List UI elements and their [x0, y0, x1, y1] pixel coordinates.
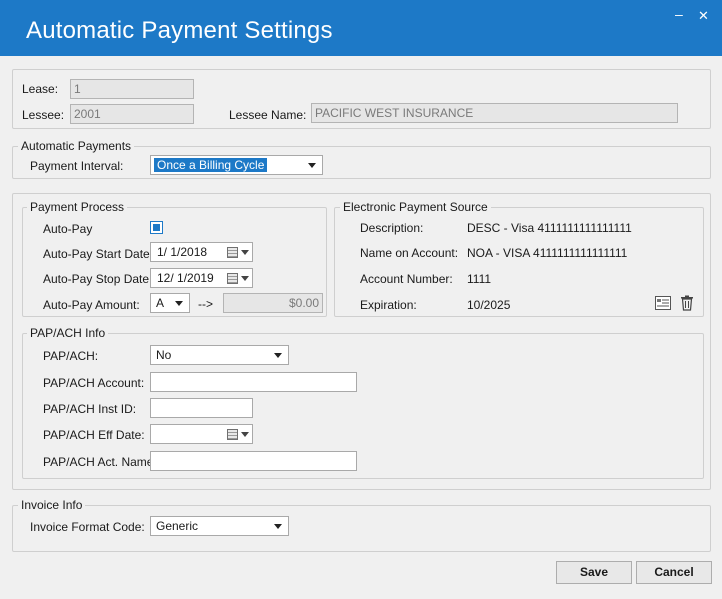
lessee-field[interactable]: 2001 [70, 104, 194, 124]
pap-ach-account-label: PAP/ACH Account: [43, 376, 145, 390]
chevron-down-icon [308, 163, 316, 168]
close-icon[interactable]: ✕ [698, 8, 709, 24]
payment-interval-value: Once a Billing Cycle [154, 158, 268, 172]
invoice-format-label: Invoice Format Code: [30, 520, 145, 534]
pap-ach-eff-label: PAP/ACH Eff Date: [43, 428, 145, 442]
amount-arrow-text: --> [198, 297, 213, 311]
pap-ach-act-name-label: PAP/ACH Act. Name: [43, 455, 157, 469]
description-value: DESC - Visa 4111111111111111 [467, 221, 632, 235]
account-number-label: Account Number: [360, 272, 453, 286]
chevron-down-icon[interactable] [241, 250, 249, 255]
lessee-label: Lessee: [22, 108, 65, 122]
autopay-amount-mode-value: A [156, 296, 165, 310]
window-title: Automatic Payment Settings [26, 17, 333, 44]
save-button[interactable]: Save [556, 561, 632, 584]
autopay-checkbox[interactable] [150, 221, 163, 234]
lease-label: Lease: [22, 82, 59, 96]
description-label: Description: [360, 221, 424, 235]
chevron-down-icon [274, 353, 282, 358]
pap-ach-account-field[interactable] [150, 372, 357, 392]
calendar-icon[interactable] [227, 273, 238, 284]
pap-ach-label: PAP/ACH: [43, 349, 99, 363]
pap-ach-eff-date[interactable] [150, 424, 253, 444]
chevron-down-icon [175, 301, 183, 306]
payment-interval-select[interactable]: Once a Billing Cycle [150, 155, 323, 175]
name-on-account-label: Name on Account: [360, 246, 459, 260]
invoice-format-select[interactable]: Generic [150, 516, 289, 536]
calendar-icon[interactable] [227, 429, 238, 440]
chevron-down-icon[interactable] [241, 432, 249, 437]
autopay-stop-value: 12/ 1/2019 [157, 271, 214, 285]
automatic-payments-legend: Automatic Payments [18, 139, 135, 153]
expiration-value: 10/2025 [467, 298, 511, 312]
autopay-start-label: Auto-Pay Start Date: [43, 247, 154, 261]
invoice-info-legend: Invoice Info [18, 498, 86, 512]
title-bar: Automatic Payment Settings – ✕ [0, 0, 722, 56]
pap-ach-select[interactable]: No [150, 345, 289, 365]
pap-ach-act-name-field[interactable] [150, 451, 357, 471]
cancel-button[interactable]: Cancel [636, 561, 712, 584]
payment-interval-label: Payment Interval: [30, 159, 124, 173]
minimize-icon[interactable]: – [675, 6, 683, 22]
calendar-icon[interactable] [227, 247, 238, 258]
autopay-stop-date[interactable]: 12/ 1/2019 [150, 268, 253, 288]
autopay-start-value: 1/ 1/2018 [157, 245, 208, 259]
chevron-down-icon[interactable] [241, 276, 249, 281]
checkbox-checked-mark [153, 224, 160, 231]
autopay-stop-label: Auto-Pay Stop Date: [43, 272, 153, 286]
pap-ach-inst-label: PAP/ACH Inst ID: [43, 402, 137, 416]
autopay-amount-field[interactable]: $0.00 [223, 293, 323, 313]
account-number-value: 1111 [467, 272, 492, 286]
details-icon[interactable] [655, 296, 671, 310]
trash-icon[interactable] [680, 295, 694, 311]
autopay-amount-label: Auto-Pay Amount: [43, 298, 140, 312]
lessee-name-field[interactable]: PACIFIC WEST INSURANCE [311, 103, 678, 123]
autopay-label: Auto-Pay [43, 222, 93, 236]
invoice-format-value: Generic [156, 519, 199, 533]
payment-process-legend: Payment Process [27, 200, 128, 214]
pap-ach-legend: PAP/ACH Info [27, 326, 109, 340]
name-on-account-value: NOA - VISA 4111111111111111 [467, 246, 628, 260]
chevron-down-icon [274, 524, 282, 529]
expiration-label: Expiration: [360, 298, 417, 312]
electronic-payment-source-legend: Electronic Payment Source [340, 200, 491, 214]
pap-ach-value: No [156, 348, 172, 362]
lease-field[interactable]: 1 [70, 79, 194, 99]
pap-ach-inst-field[interactable] [150, 398, 253, 418]
autopay-start-date[interactable]: 1/ 1/2018 [150, 242, 253, 262]
autopay-amount-mode-select[interactable]: A [150, 293, 190, 313]
lessee-name-label: Lessee Name: [229, 108, 307, 122]
